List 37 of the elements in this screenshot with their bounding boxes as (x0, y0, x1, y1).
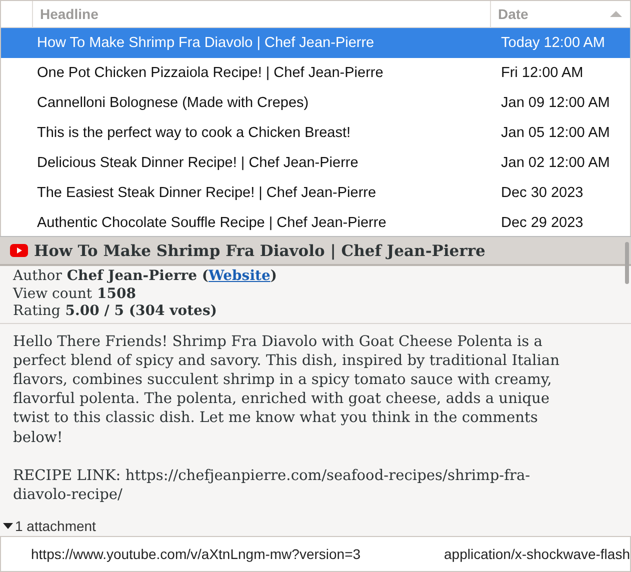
meta-label: Author (13, 268, 62, 286)
date-cell-text: Dec 29 2023 (500, 215, 584, 231)
headline-cell-text: Cannelloni Bolognese (Made with Crepes) (36, 95, 310, 111)
date-cell-text: Today 12:00 AM (500, 35, 605, 51)
article-paragraph: RECIPE LINK: https://chefjeanpierre.com/seafood-recipes/shrimp-fra-diavolo-recipe/ (13, 466, 532, 504)
table-row[interactable]: How To Make Shrimp Fra Diavolo | Chef Jean-Pierre Today 12:00 AM (1, 28, 630, 58)
article-paragraph: Hello There Friends! Shrimp Fra Diavolo with Goat Cheese Polenta is a perfect blend of spicy and savory. This dish, inspired by traditional Italian flavors, combines succulent shrimp in a spicy tomato sauce with creamy, flavorful polenta. The polenta, enriched with goat cheese, adds a unique twist to this classic dish. Let me know what you think in the comments below! (13, 332, 560, 447)
table-row[interactable]: Authentic Chocolate Souffle Recipe | Chef Jean-Pierre Dec 29 2023 (1, 208, 630, 238)
meta-value: 1508 (97, 286, 136, 303)
table-row[interactable]: Delicious Steak Dinner Recipe! | Chef Jean-Pierre Jan 02 12:00 AM (1, 148, 630, 178)
headline-cell-text: The Easiest Steak Dinner Recipe! | Chef Jean-Pierre (36, 185, 378, 201)
article-title: How To Make Shrimp Fra Diavolo | Chef Jean-Pierre (34, 241, 486, 260)
scrollbar-thumb[interactable] (625, 242, 629, 284)
table-row[interactable]: Cannelloni Bolognese (Made with Crepes) Jan 09 12:00 AM (1, 88, 630, 118)
date-cell-text: Jan 02 12:00 AM (500, 155, 610, 171)
meta-label: View count (13, 286, 92, 303)
date-cell-text: Dec 30 2023 (500, 185, 584, 201)
headline-cell-text: Authentic Chocolate Souffle Recipe | Chef Jean-Pierre (36, 215, 388, 231)
headline-cell-text: This is the perfect way to cook a Chicken Breast! (36, 125, 352, 141)
date-cell-text: Jan 05 12:00 AM (500, 125, 610, 141)
table-row[interactable]: One Pot Chicken Pizzaiola Recipe! | Chef Jean-Pierre Fri 12:00 AM (1, 58, 630, 88)
table-row[interactable]: This is the perfect way to cook a Chicken Breast! Jan 05 12:00 AM (1, 118, 630, 148)
attachment-url: https://www.youtube.com/v/aXtnLngm-mw?version=3 (30, 546, 362, 562)
attachment-count: 1 attachment (15, 518, 96, 534)
headline-cell-text: How To Make Shrimp Fra Diavolo | Chef Jean-Pierre (36, 35, 376, 51)
website-link[interactable]: Website (208, 268, 270, 284)
headline-cell-text: Delicious Steak Dinner Recipe! | Chef Jean-Pierre (36, 155, 360, 171)
table-row[interactable]: The Easiest Steak Dinner Recipe! | Chef Jean-Pierre Dec 30 2023 (1, 178, 630, 208)
meta-value: 5.00 / 5 (304 votes) (65, 303, 217, 320)
attachment-type: application/x-shockwave-flash (444, 546, 630, 562)
expander-arrow-icon[interactable] (3, 522, 13, 530)
headline-cell-text: One Pot Chicken Pizzaiola Recipe! | Chef Jean-Pierre (36, 65, 384, 81)
date-cell-text: Fri 12:00 AM (500, 65, 584, 81)
date-cell-text: Jan 09 12:00 AM (500, 95, 610, 111)
meta-label: Rating (13, 303, 60, 320)
video-play-icon (10, 244, 28, 257)
meta-value: Chef Jean-Pierre (Website) (66, 268, 278, 286)
